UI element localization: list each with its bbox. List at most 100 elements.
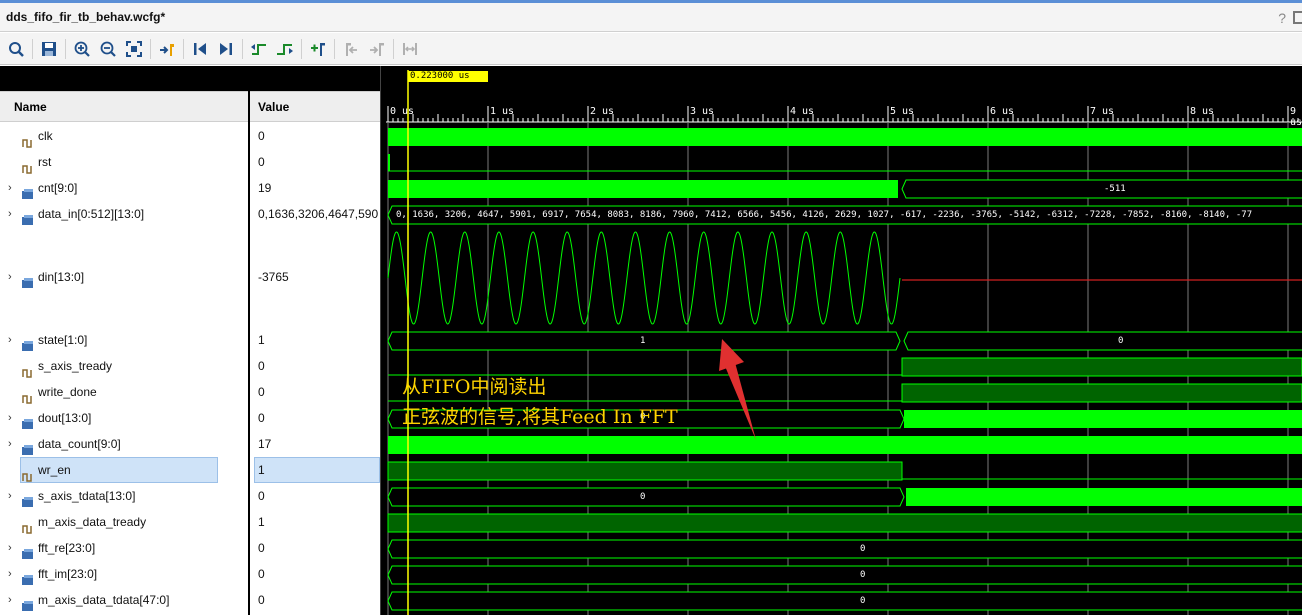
bus-signal-icon [22, 439, 34, 455]
float-window-icon[interactable] [1293, 11, 1302, 24]
signal-row[interactable]: › data_count[9:0] [0, 431, 248, 457]
signal-value: 1 [258, 463, 265, 477]
signal-row[interactable]: › state[1:0] [0, 327, 248, 353]
cursor-time-label[interactable]: 0.223000 us [408, 71, 488, 82]
value-column-spacer [250, 66, 380, 91]
signal-value-row[interactable]: 0 [250, 149, 380, 175]
expand-chevron-icon[interactable]: › [8, 175, 12, 201]
signal-value: 0 [258, 541, 265, 555]
signal-row[interactable]: › fft_re[23:0] [0, 535, 248, 561]
signal-value-row[interactable]: 0 [250, 405, 380, 431]
search-icon[interactable] [6, 39, 26, 59]
signal-value: 1 [258, 333, 265, 347]
signal-name: clk [38, 129, 53, 143]
signal-value: 1 [258, 515, 265, 529]
expand-chevron-icon[interactable]: › [8, 201, 12, 227]
toolbar-separator [301, 38, 302, 59]
zoom-fit-icon[interactable] [124, 39, 144, 59]
signal-row[interactable]: › din[13:0] [0, 264, 248, 290]
value-column-header[interactable]: Value [250, 91, 380, 122]
expand-chevron-icon[interactable]: › [8, 431, 12, 457]
zoom-in-icon[interactable] [72, 39, 92, 59]
expand-chevron-icon[interactable]: › [8, 405, 12, 431]
signal-value-row[interactable]: 0 [250, 123, 380, 149]
signal-row[interactable]: › s_axis_tdata[13:0] [0, 483, 248, 509]
save-icon[interactable] [39, 39, 59, 59]
expand-chevron-icon[interactable]: › [8, 561, 12, 587]
signal-name: m_axis_data_tdata[47:0] [38, 593, 170, 607]
signal-value-row[interactable]: -3765 [250, 264, 380, 290]
time-tick-label: 3 us [690, 106, 715, 117]
signal-value-row[interactable]: 0 [250, 483, 380, 509]
signal-name: fft_re[23:0] [38, 541, 96, 555]
signal-row[interactable]: m_axis_data_tready [0, 509, 248, 535]
signal-value-row[interactable]: 0 [250, 353, 380, 379]
waveform-toolbar [0, 33, 1302, 65]
signal-value: -3765 [258, 270, 289, 284]
signal-name: data_in[0:512][13:0] [38, 207, 145, 221]
zoom-out-icon[interactable] [98, 39, 118, 59]
bit-signal-icon [22, 387, 34, 404]
name-column-spacer [0, 66, 248, 91]
toolbar-separator [183, 38, 184, 59]
signal-value-row[interactable]: 1 [250, 509, 380, 535]
waveform-canvas[interactable]: 0.223000 us 0 us 1 us 2 us 3 us 4 us 5 us 6 us… [386, 66, 1302, 615]
previous-transition-icon[interactable] [249, 39, 269, 59]
next-transition-icon[interactable] [275, 39, 295, 59]
signal-row[interactable]: › data_in[0:512][13:0] [0, 201, 248, 227]
waveform-svg [386, 70, 1302, 615]
signal-row[interactable]: write_done [0, 379, 248, 405]
time-tick-label: 6 us [990, 106, 1015, 117]
signal-row[interactable]: rst [0, 149, 248, 175]
add-marker-icon[interactable] [308, 39, 328, 59]
help-icon[interactable]: ? [1278, 10, 1286, 26]
previous-marker-icon[interactable] [341, 39, 361, 59]
signal-row[interactable]: › m_axis_data_tdata[47:0] [0, 587, 248, 613]
signal-row[interactable]: › dout[13:0] [0, 405, 248, 431]
signal-row[interactable]: wr_en [0, 457, 248, 483]
bus-signal-icon [22, 413, 34, 429]
bus-signal-icon [22, 335, 34, 351]
tdata-wave-after [906, 488, 1302, 506]
signal-value-row[interactable]: 0,1636,3206,4647,590 [250, 201, 380, 227]
next-marker-icon[interactable] [367, 39, 387, 59]
signal-value-row[interactable]: 0 [250, 379, 380, 405]
signal-value-row[interactable]: 0 [250, 561, 380, 587]
swap-cursors-icon[interactable] [400, 39, 420, 59]
signal-name: wr_en [38, 463, 71, 477]
time-tick-label: 0 us [390, 106, 415, 117]
expand-chevron-icon[interactable]: › [8, 587, 12, 613]
selected-row-highlight [254, 457, 380, 483]
expand-chevron-icon[interactable]: › [8, 483, 12, 509]
time-tick-label: 9 us [1290, 106, 1302, 128]
goto-cursor-icon[interactable] [157, 39, 177, 59]
bit-signal-icon [22, 517, 34, 534]
dout-wave-after [904, 410, 1302, 428]
signal-name: s_axis_tready [38, 359, 113, 373]
signal-row[interactable]: › fft_im[23:0] [0, 561, 248, 587]
fft-im-wave [387, 565, 1302, 585]
signal-value-row[interactable]: 17 [250, 431, 380, 457]
wr-en-wave-high [387, 461, 903, 481]
expand-chevron-icon[interactable]: › [8, 327, 12, 353]
signal-value: 17 [258, 437, 272, 451]
bus-signal-icon [22, 569, 34, 585]
signal-row[interactable]: clk [0, 123, 248, 149]
name-column-header[interactable]: Name [0, 91, 248, 122]
signal-row[interactable]: › cnt[9:0] [0, 175, 248, 201]
expand-chevron-icon[interactable]: › [8, 264, 12, 290]
signal-value-row[interactable]: 0 [250, 587, 380, 613]
signal-value-row[interactable]: 19 [250, 175, 380, 201]
signal-row[interactable]: s_axis_tready [0, 353, 248, 379]
signal-value-column: Value 0 0 19 0,1636,3206,4647,590 -3765 1 0 0 0 1… [250, 66, 380, 615]
time-tick-label: 4 us [790, 106, 815, 117]
expand-chevron-icon[interactable]: › [8, 535, 12, 561]
signal-value-row[interactable]: 0 [250, 535, 380, 561]
signal-value-row[interactable]: 1 [250, 457, 380, 483]
signal-name: m_axis_data_tready [38, 515, 147, 529]
goto-start-icon[interactable] [190, 39, 210, 59]
goto-end-icon[interactable] [216, 39, 236, 59]
tdata-value-before: 0 [640, 492, 646, 502]
rst-pulse [388, 154, 390, 171]
signal-value-row[interactable]: 1 [250, 327, 380, 353]
